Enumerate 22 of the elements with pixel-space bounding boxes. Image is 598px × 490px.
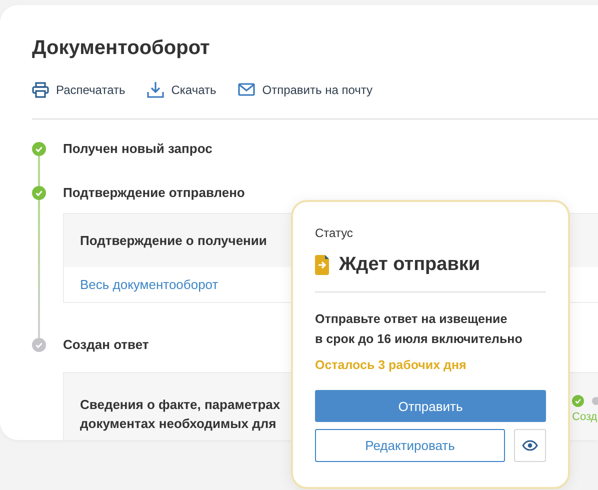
status-title: Ждет отправки xyxy=(339,254,480,276)
step-title: Получен новый запрос xyxy=(63,142,212,156)
send-button[interactable]: Отправить xyxy=(315,390,546,422)
action-link[interactable]: Скачать xyxy=(147,81,216,98)
step-title: Создан ответ xyxy=(63,338,149,352)
status-message: Отправьте ответ на извещение в срок до 16 июля включительно xyxy=(315,311,524,348)
step-title: Подтверждение отправлено xyxy=(63,186,245,200)
edit-button[interactable]: Редактировать xyxy=(315,429,505,462)
action-link[interactable]: Отправить на почту xyxy=(238,82,372,96)
status-label: Созд xyxy=(572,411,598,423)
eye-icon xyxy=(522,440,538,451)
mail-icon xyxy=(238,83,256,96)
page-title: Документооборот xyxy=(32,36,211,61)
download-icon xyxy=(147,81,164,98)
document-title: Подтверждение о получении xyxy=(80,232,267,250)
document-title: Сведения о факте, параметрах документах необходимых для xyxy=(80,396,280,433)
preview-button[interactable] xyxy=(514,429,546,462)
printer-icon xyxy=(32,82,49,98)
status-caption: Статус xyxy=(315,226,354,240)
action-link[interactable]: Распечатать xyxy=(32,82,126,98)
document-icon xyxy=(315,255,329,275)
deadline-text: Осталось 3 рабочих дня xyxy=(315,357,468,373)
